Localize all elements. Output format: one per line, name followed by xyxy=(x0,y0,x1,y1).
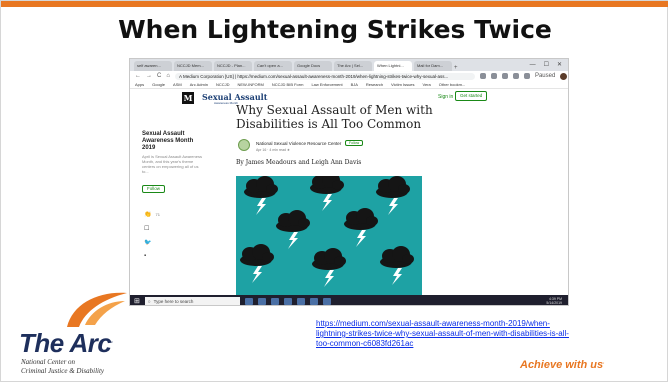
browser-screenshot: self awaren... NCCJD Mem... NCCJD - Plan… xyxy=(129,58,569,306)
tagline-text: Achieve with us xyxy=(520,359,604,371)
share-icons: 👏 71 ☐ 🐦 ▪ xyxy=(144,211,160,259)
browser-tab-active[interactable]: When Lightni... xyxy=(374,61,412,71)
minimize-button[interactable]: — xyxy=(530,59,536,71)
forward-icon[interactable]: → xyxy=(146,73,152,79)
taskbar-app-icon[interactable] xyxy=(244,297,253,305)
arc-swoosh-icon xyxy=(67,292,127,327)
bookmark-icon[interactable]: ☐ xyxy=(144,225,160,232)
article-hero-image xyxy=(236,176,422,300)
facebook-icon[interactable]: ▪ xyxy=(144,253,160,259)
presentation-slide: When Lightening Strikes Twice self aware… xyxy=(0,0,668,382)
arc-logo-mark: . xyxy=(111,338,113,345)
article-byline: By James Meadours and Leigh Ann Davis xyxy=(236,159,362,166)
sign-in-link[interactable]: Sign in xyxy=(438,94,453,100)
bookmark-item[interactable]: Research xyxy=(366,82,383,87)
follow-publication-button[interactable]: Follow xyxy=(142,185,166,193)
windows-taskbar: ⊞ ○ Type here to search 4:39 PM 5/14/201… xyxy=(130,295,568,305)
bookmark-item[interactable]: NCCJD xyxy=(216,82,230,87)
taskbar-app-icon[interactable] xyxy=(257,297,266,305)
reload-icon[interactable]: C xyxy=(157,73,161,79)
bookmark-item[interactable]: Law Enforcement xyxy=(311,82,342,87)
twitter-icon[interactable]: 🐦 xyxy=(144,239,160,246)
clap-count: 71 xyxy=(155,212,160,217)
bookmark-item[interactable]: NCCJD BIB Form xyxy=(272,82,304,87)
extension-icon[interactable] xyxy=(523,73,530,79)
address-bar[interactable]: A Medium Corporation [US] | https://medi… xyxy=(174,72,475,80)
browser-tab[interactable]: Google Docs xyxy=(294,61,332,71)
clap-row: 👏 71 xyxy=(144,211,160,218)
publication-logo-sub: Awareness Month xyxy=(214,101,238,105)
browser-tab[interactable]: self awaren... xyxy=(134,61,172,71)
bookmark-item[interactable]: BJA xyxy=(351,82,358,87)
sidebar-publication-desc: April is Sexual Assault Awareness Month,… xyxy=(142,154,202,174)
clap-icon[interactable]: 👏 xyxy=(144,211,151,218)
extension-icon[interactable] xyxy=(512,73,519,79)
taskbar-app-icon[interactable] xyxy=(309,297,318,305)
taskbar-app-icon[interactable] xyxy=(296,297,305,305)
browser-tab[interactable]: NCCJD Mem... xyxy=(174,61,212,71)
back-icon[interactable]: ← xyxy=(135,73,141,79)
maximize-button[interactable]: ☐ xyxy=(544,59,549,71)
article-meta: Apr 16 · 4 min read ★ xyxy=(256,148,291,152)
bookmark-item[interactable]: ASM xyxy=(173,82,182,87)
taskbar-app-icon[interactable] xyxy=(270,297,279,305)
browser-tab[interactable]: NCCJD - Plan... xyxy=(214,61,252,71)
browser-tab-strip: self awaren... NCCJD Mem... NCCJD - Plan… xyxy=(130,59,568,71)
avatar[interactable] xyxy=(560,72,568,80)
close-window-button[interactable]: ✕ xyxy=(557,59,562,71)
get-started-button[interactable]: Get started xyxy=(455,91,488,101)
bookmark-item[interactable]: NEW-INFORM xyxy=(238,82,264,87)
arc-subtitle-line2: Criminal Justice & Disability xyxy=(21,367,105,375)
source-link[interactable]: https://medium.com/sexual-assault-awaren… xyxy=(316,319,576,349)
profile-label[interactable]: Paused xyxy=(535,73,555,79)
slide-accent-bar xyxy=(1,1,668,7)
browser-tab[interactable]: Mail for Dam... xyxy=(414,61,452,71)
arc-subtitle-line1: National Center on xyxy=(21,358,76,366)
taskbar-date: 5/14/2019 xyxy=(546,301,562,305)
search-icon: ○ xyxy=(147,298,151,304)
author-name[interactable]: National Sexual Violence Resource Center xyxy=(256,141,341,146)
taskbar-search[interactable]: ○ Type here to search xyxy=(144,296,240,305)
home-icon[interactable]: ⌂ xyxy=(166,73,170,79)
taskbar-search-placeholder: Type here to search xyxy=(153,298,194,304)
window-controls: — ☐ ✕ xyxy=(530,59,568,71)
taskbar-app-icon[interactable] xyxy=(283,297,292,305)
taskbar-app-icon[interactable] xyxy=(322,297,331,305)
bookmark-item[interactable]: Apps xyxy=(135,82,144,87)
medium-logo[interactable]: M xyxy=(182,92,194,104)
browser-toolbar: ← → C ⌂ A Medium Corporation [US] | http… xyxy=(130,71,568,81)
tagline-mark: . xyxy=(603,359,605,366)
browser-tab[interactable]: Can't open a... xyxy=(254,61,292,71)
tagline: Achieve with us. xyxy=(520,359,605,371)
bookmark-item[interactable]: Google xyxy=(152,82,165,87)
storm-clouds-illustration xyxy=(240,176,414,287)
bookmark-item[interactable]: Other bookm... xyxy=(439,82,465,87)
slide-title: When Lightening Strikes Twice xyxy=(118,15,552,44)
bookmark-item[interactable]: Victim Issues xyxy=(391,82,415,87)
arc-logo-text: The Arc xyxy=(19,328,112,358)
extension-icon[interactable] xyxy=(479,73,486,79)
article-title: Why Sexual Assault of Men with Disabilit… xyxy=(236,103,433,131)
windows-start-icon[interactable]: ⊞ xyxy=(134,297,140,305)
sidebar-publication-name[interactable]: Sexual Assault Awareness Month 2019 xyxy=(142,131,206,152)
bookmark-item[interactable]: Arc Admin xyxy=(190,82,208,87)
extension-icon[interactable] xyxy=(490,73,497,79)
follow-author-button[interactable]: Follow xyxy=(345,140,364,146)
arc-logo: The Arc. xyxy=(19,328,113,359)
browser-tab[interactable]: The Arc | Sel... xyxy=(334,61,372,71)
author-avatar[interactable] xyxy=(238,139,250,151)
bookmark-item[interactable]: Vera xyxy=(423,82,431,87)
bookmarks-bar: Apps Google ASM Arc Admin NCCJD NEW-INFO… xyxy=(130,81,568,89)
extension-icon[interactable] xyxy=(501,73,508,79)
taskbar-clock[interactable]: 4:39 PM 5/14/2019 xyxy=(546,297,568,305)
